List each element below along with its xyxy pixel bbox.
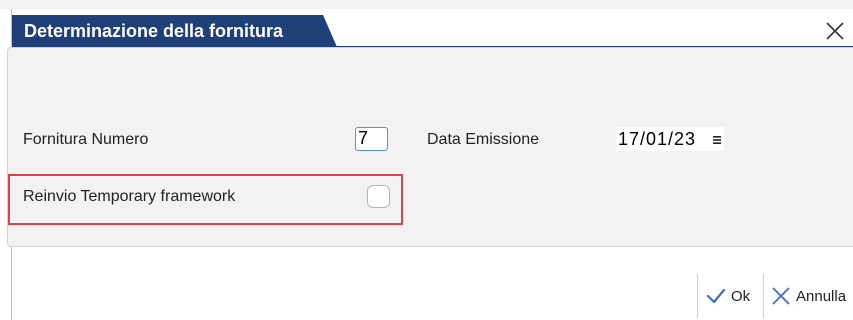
close-icon <box>772 287 790 305</box>
fornitura-numero-label: Fornitura Numero <box>23 131 149 148</box>
reinvio-temporary-framework-checkbox[interactable] <box>367 185 390 208</box>
footer-separator <box>763 274 764 318</box>
annulla-label: Annulla <box>796 287 847 305</box>
fornitura-numero-input[interactable]: 7 <box>355 127 388 151</box>
window-top-strip <box>0 0 853 9</box>
dialog-title: Determinazione della fornitura <box>12 15 337 47</box>
ok-label: Ok <box>731 287 751 305</box>
data-emissione-input[interactable]: 17/01/23 <box>616 127 724 151</box>
ok-button[interactable]: Ok <box>705 274 750 318</box>
reinvio-temporary-framework-label: Reinvio Temporary framework <box>23 188 236 205</box>
close-button[interactable] <box>822 18 848 44</box>
checkmark-icon <box>706 288 726 304</box>
footer-separator <box>697 274 698 318</box>
date-menu-icon[interactable] <box>713 135 723 145</box>
close-icon <box>826 22 844 40</box>
data-emissione-label: Data Emissione <box>427 131 540 148</box>
annulla-button[interactable]: Annulla <box>770 274 846 318</box>
